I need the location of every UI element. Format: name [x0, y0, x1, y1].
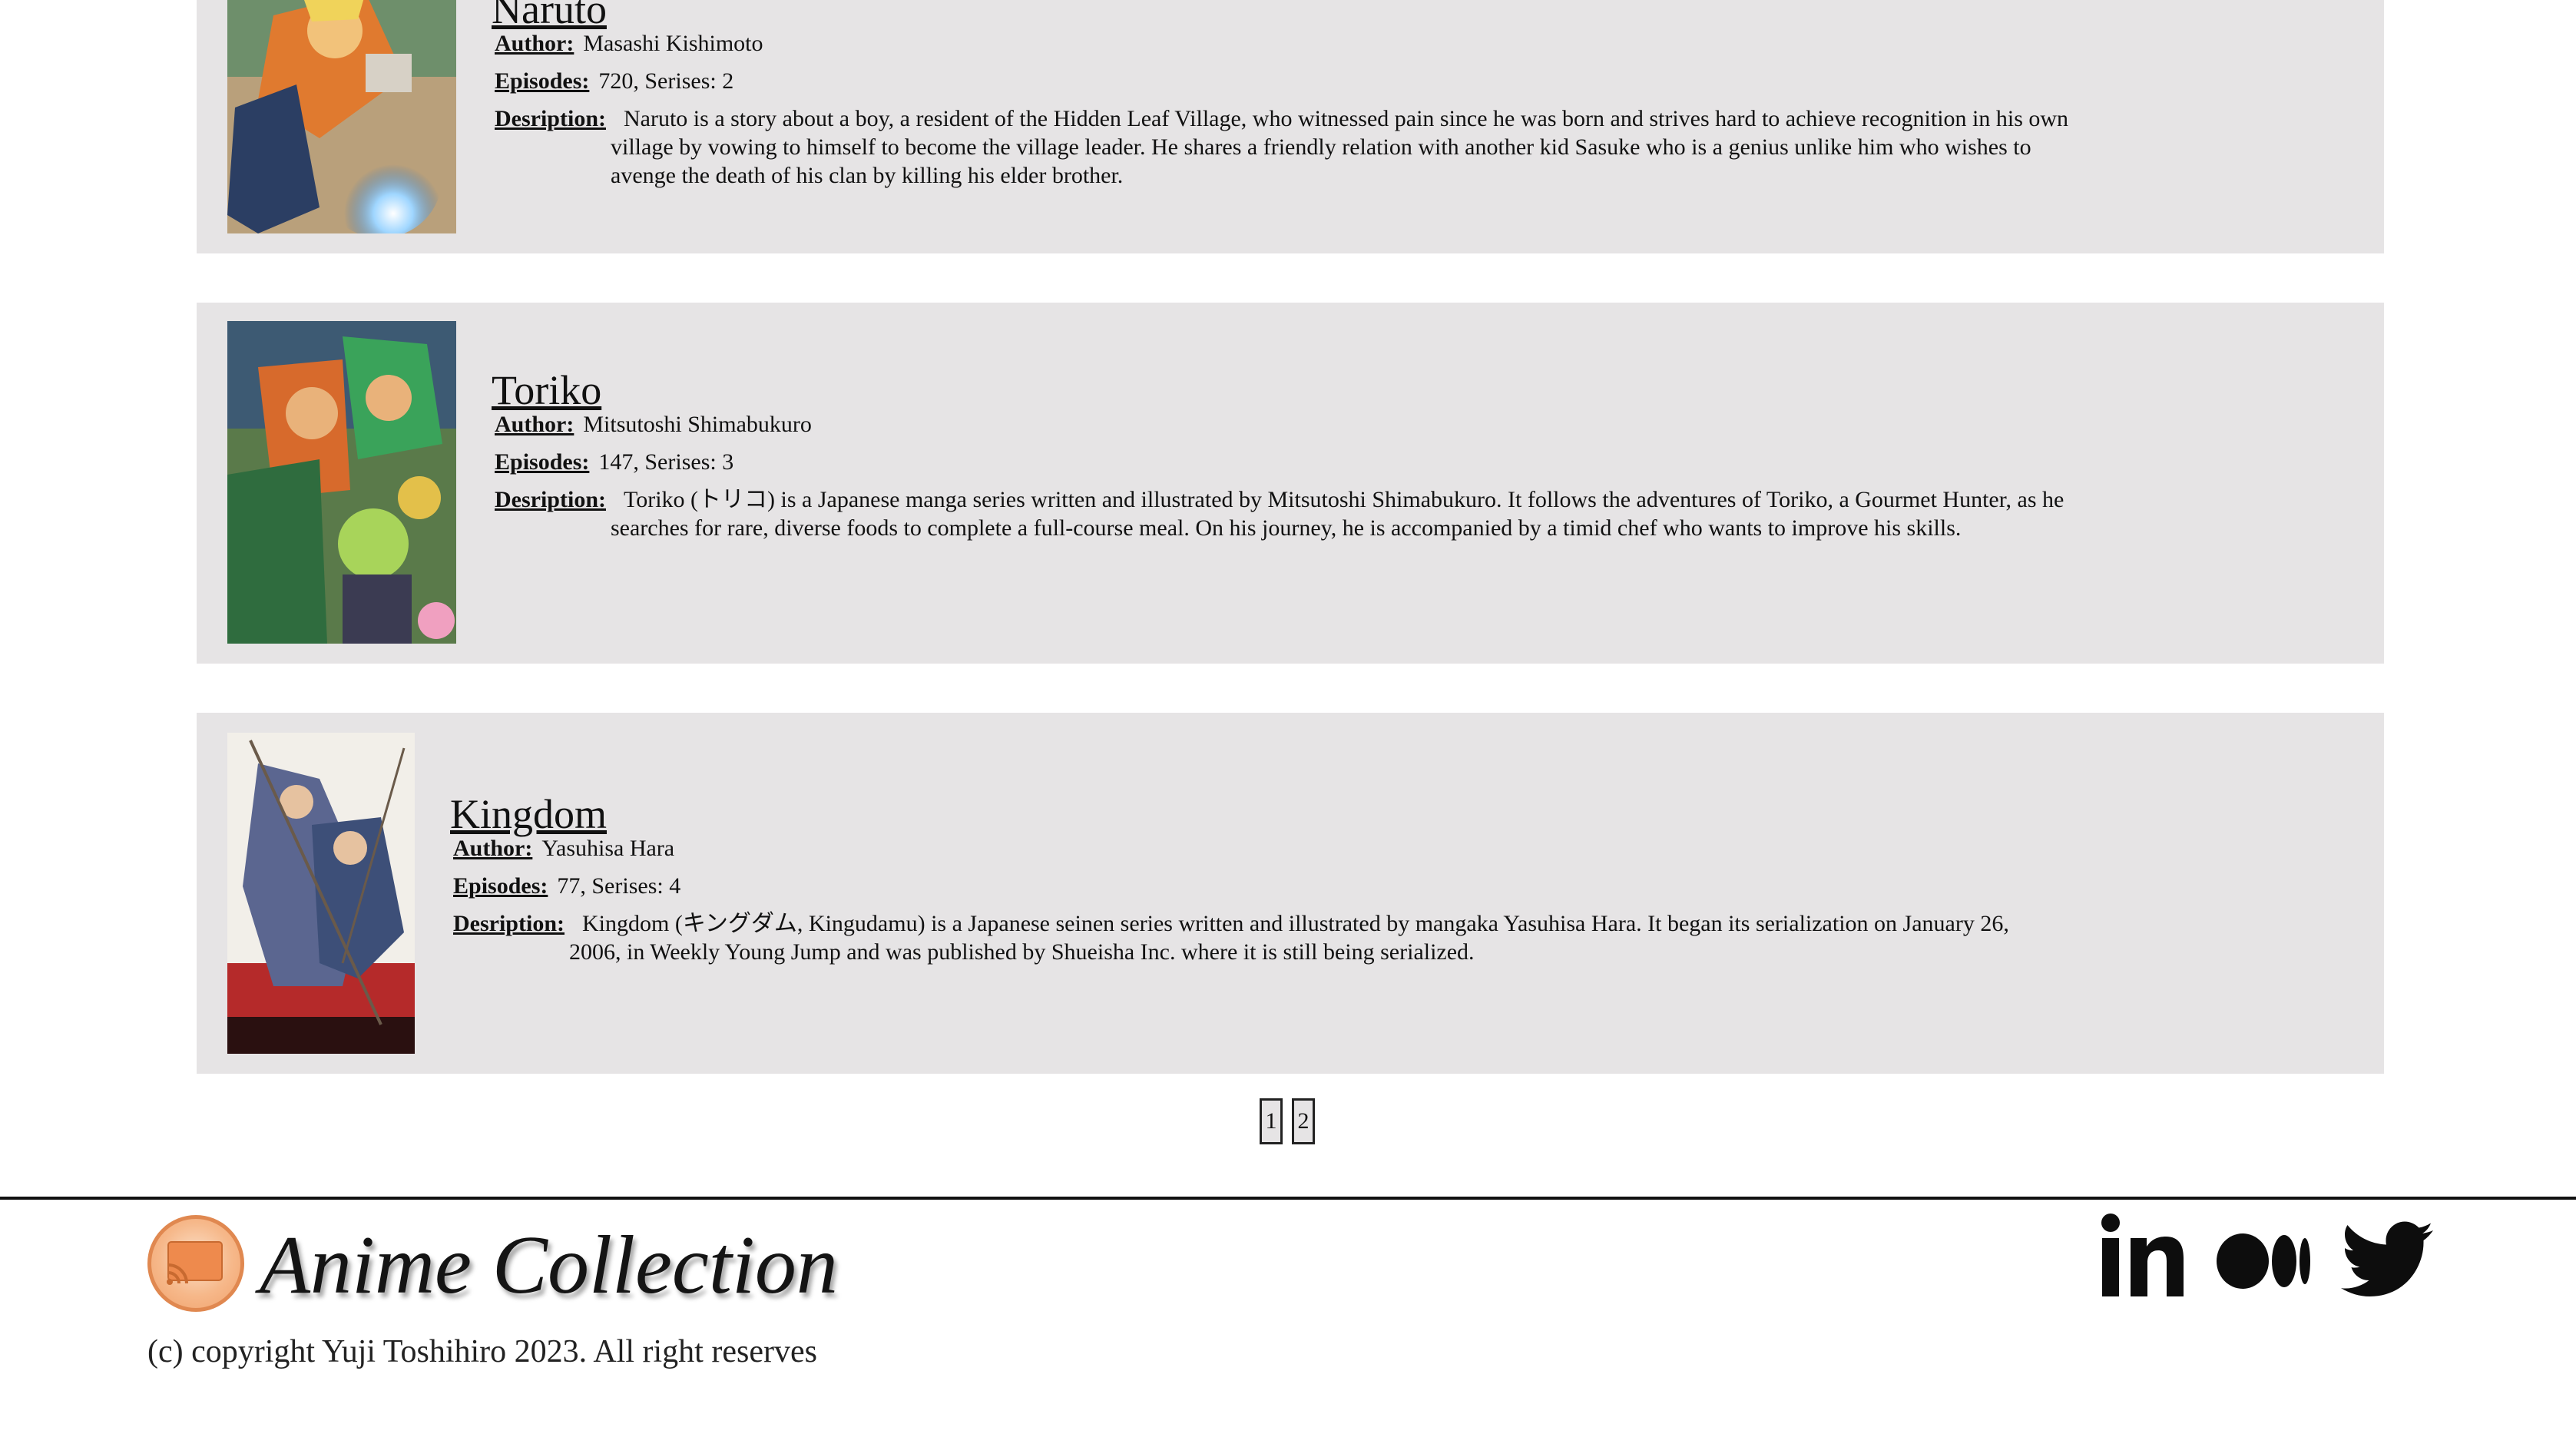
medium-icon — [2217, 1233, 2310, 1289]
description-row: Desription: Naruto is a story about a bo… — [492, 104, 2258, 190]
card-title[interactable]: Toriko — [492, 367, 2258, 413]
episodes-label: Episodes: — [495, 449, 590, 475]
episodes-row: Episodes: 147, Serises: 3 — [492, 448, 2258, 476]
episodes-label: Episodes: — [495, 68, 590, 94]
author-row: Author: Yasuhisa Hara — [450, 834, 2217, 863]
anime-card-naruto: Naruto Author: Masashi Kishimoto Episodes… — [197, 0, 2384, 253]
linkedin-icon — [2101, 1214, 2184, 1296]
description-label: Desription: — [453, 911, 565, 936]
toriko-cover-image[interactable] — [227, 321, 456, 644]
twitter-icon — [2341, 1221, 2433, 1296]
copyright-text: (c) copyright Yuji Toshihiro 2023. All r… — [147, 1334, 817, 1369]
episodes-row: Episodes: 77, Serises: 4 — [450, 872, 2217, 900]
description-text: Kingdom (キングダム, Kingudamu) is a Japanese… — [569, 911, 2009, 965]
kingdom-info: Kingdom Author: Yasuhisa Hara Episodes: 77… — [450, 791, 2217, 966]
linkedin-link[interactable] — [2100, 1214, 2184, 1302]
author-row: Author: Mitsutoshi Shimabukuro — [492, 410, 2258, 439]
author-value: Masashi Kishimoto — [583, 31, 763, 56]
author-label: Author: — [495, 412, 574, 437]
description-label: Desription: — [495, 487, 606, 512]
naruto-cover-image[interactable] — [227, 0, 456, 233]
author-label: Author: — [495, 31, 574, 56]
anime-card-toriko: Toriko Author: Mitsutoshi Shimabukuro Epi… — [197, 303, 2384, 664]
description-row: Desription: Kingdom (キングダム, Kingudamu) i… — [450, 909, 2217, 966]
twitter-link[interactable] — [2341, 1221, 2433, 1302]
medium-link[interactable] — [2217, 1232, 2312, 1294]
description-label: Desription: — [495, 106, 606, 131]
author-row: Author: Masashi Kishimoto — [492, 29, 2258, 58]
episodes-value: 147, Serises: 3 — [598, 449, 734, 475]
description-text: Naruto is a story about a boy, a residen… — [611, 106, 2069, 188]
brand-name[interactable]: Anime Collection — [260, 1212, 838, 1320]
anime-card-kingdom: Kingdom Author: Yasuhisa Hara Episodes: 77… — [197, 713, 2384, 1074]
kingdom-cover-image[interactable] — [227, 733, 415, 1054]
author-label: Author: — [453, 836, 533, 861]
episodes-value: 720, Serises: 2 — [598, 68, 734, 94]
card-title[interactable]: Kingdom — [450, 791, 2217, 837]
brand-logo-icon[interactable] — [147, 1215, 244, 1312]
episodes-value: 77, Serises: 4 — [557, 873, 681, 899]
author-value: Yasuhisa Hara — [541, 836, 675, 861]
description-row: Desription: Toriko (トリコ) is a Japanese m… — [492, 485, 2258, 542]
toriko-info: Toriko Author: Mitsutoshi Shimabukuro Epi… — [492, 367, 2258, 542]
episodes-label: Episodes: — [453, 873, 548, 899]
naruto-info: Naruto Author: Masashi Kishimoto Episodes… — [492, 0, 2258, 190]
page-button-1[interactable]: 1 — [1260, 1098, 1283, 1144]
description-text: Toriko (トリコ) is a Japanese manga series … — [611, 487, 2064, 541]
card-title[interactable]: Naruto — [492, 0, 2258, 32]
author-value: Mitsutoshi Shimabukuro — [583, 412, 812, 437]
page-button-2[interactable]: 2 — [1292, 1098, 1315, 1144]
episodes-row: Episodes: 720, Serises: 2 — [492, 67, 2258, 95]
